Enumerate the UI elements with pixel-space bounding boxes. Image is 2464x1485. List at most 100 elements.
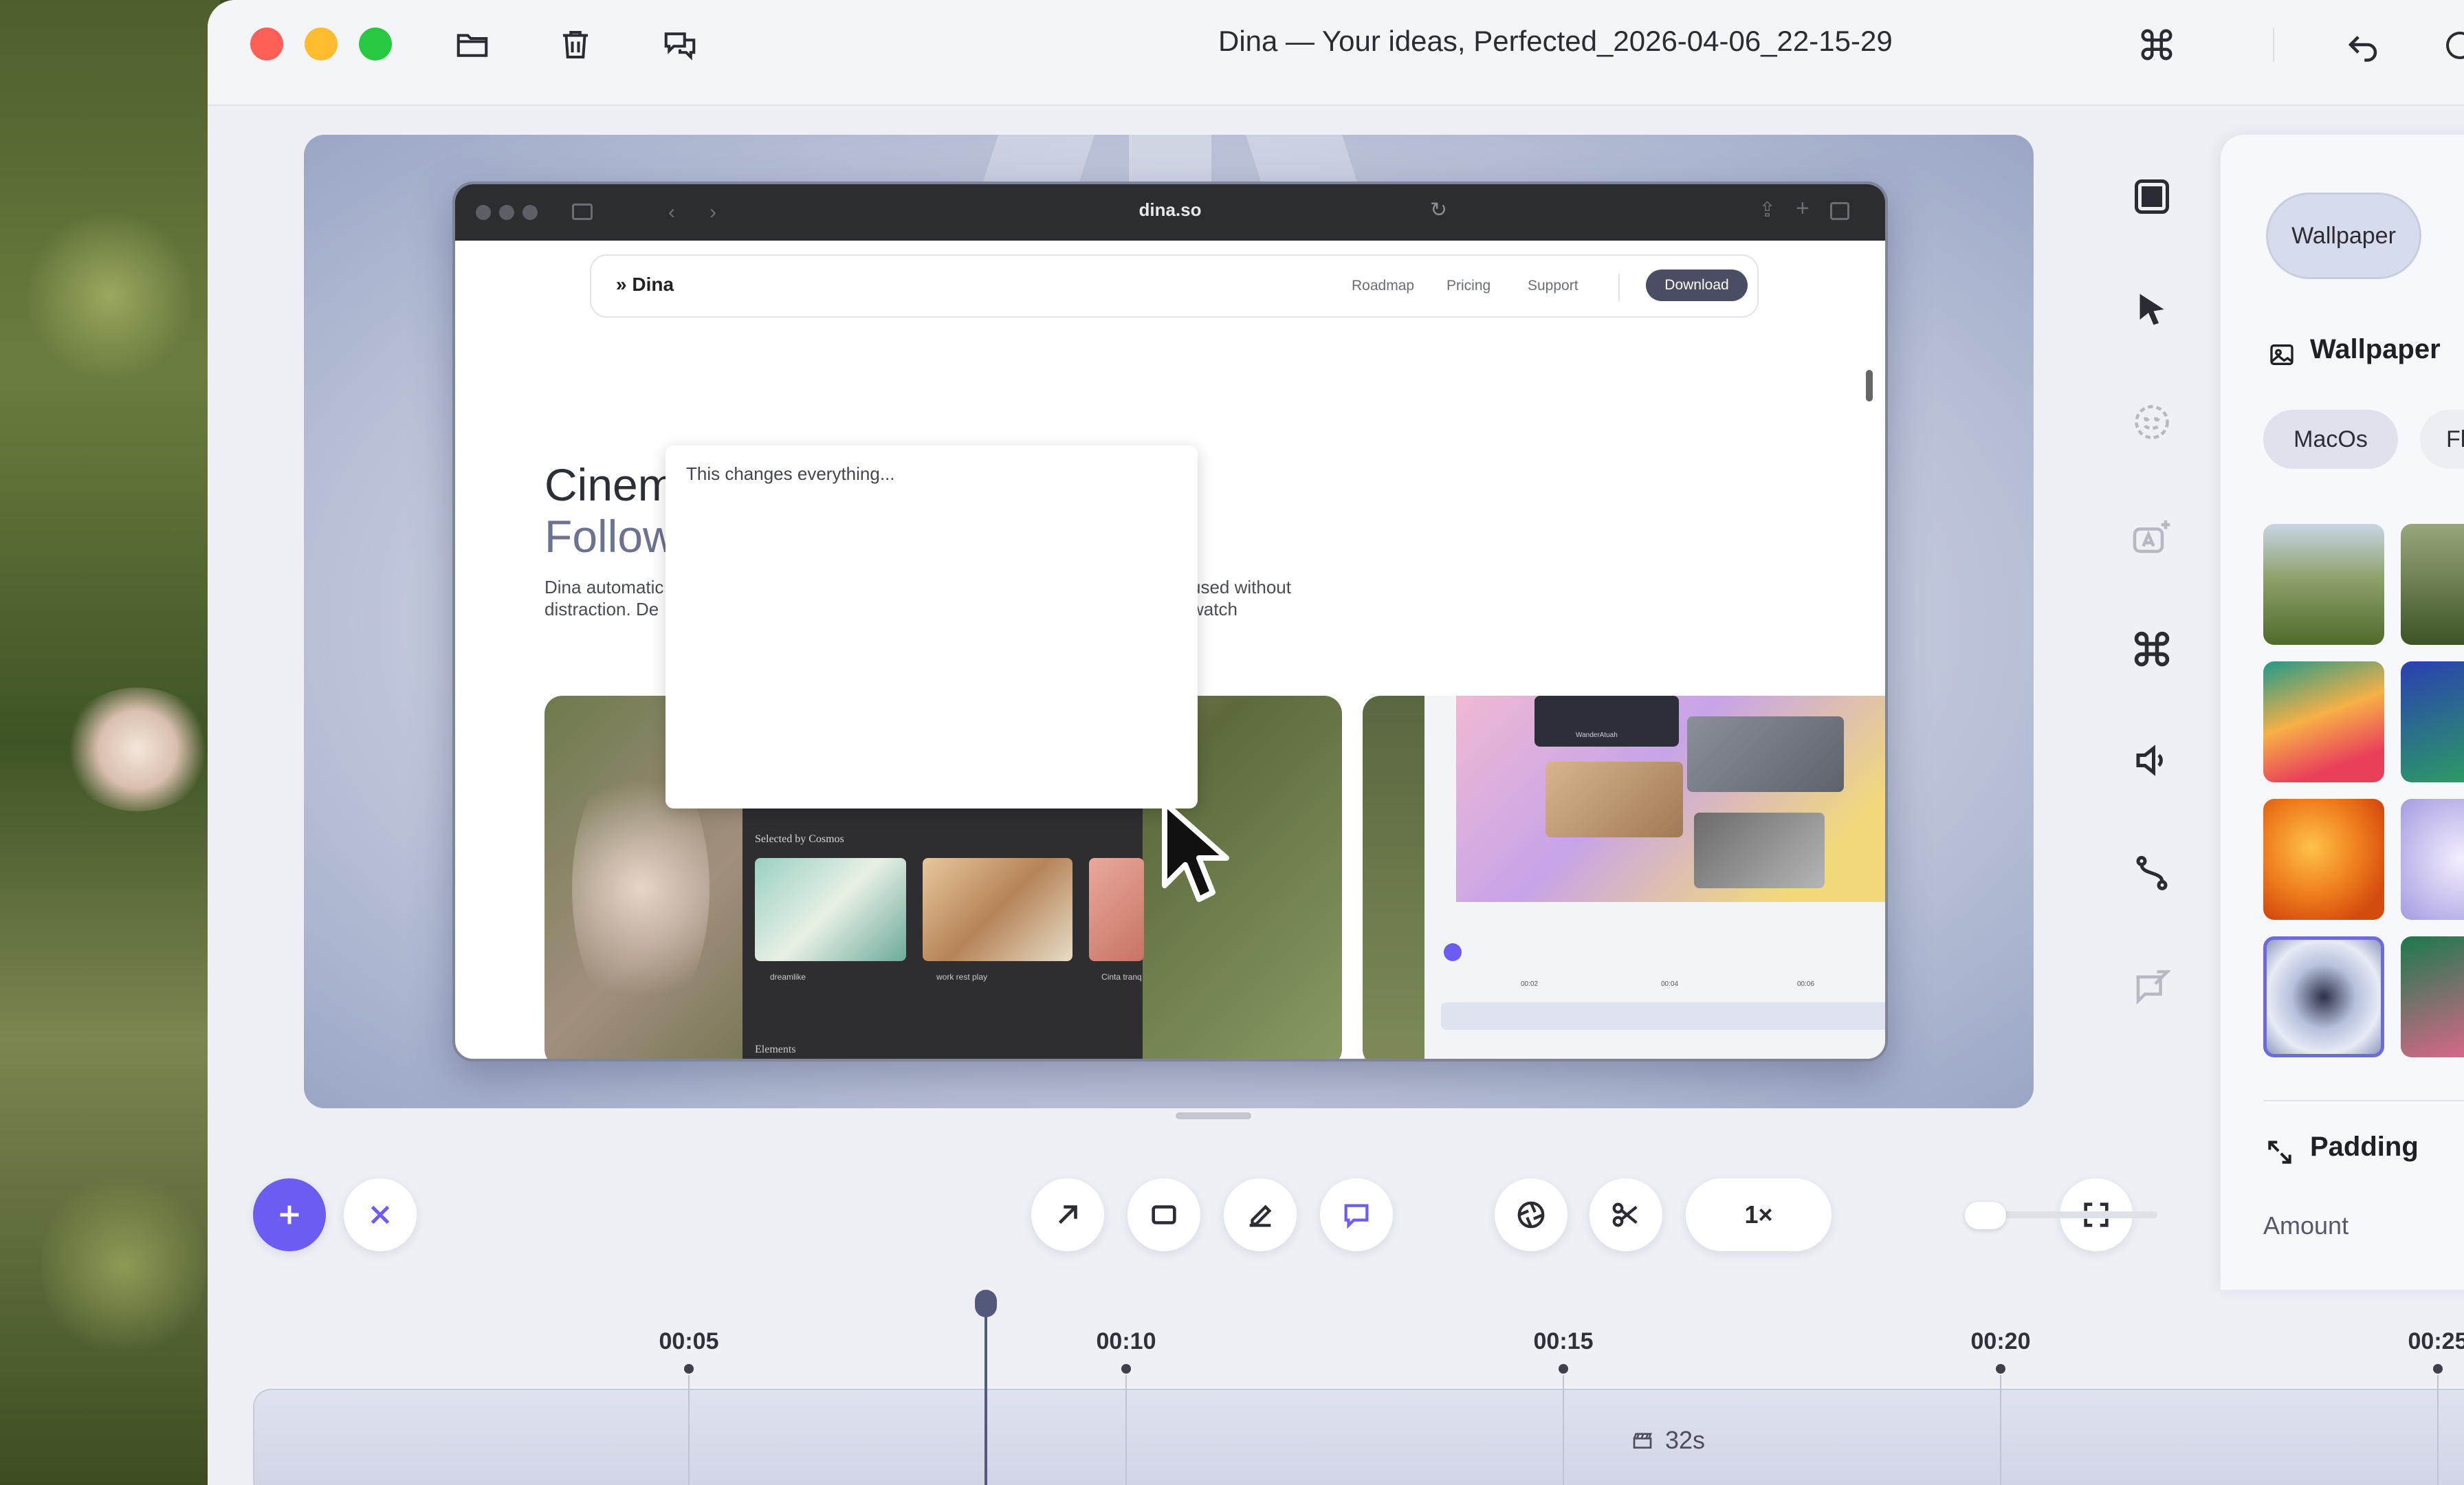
hero-desc-right-line1: used without <box>1191 577 1291 597</box>
minimize-window-button[interactable] <box>305 28 338 60</box>
panel-item-label: work rest play <box>936 972 988 982</box>
nav-pricing: Pricing <box>1446 278 1491 294</box>
wallpaper-thumb-selected[interactable] <box>2263 936 2384 1057</box>
canvas-resize-handle[interactable] <box>1176 1112 1251 1119</box>
hero-heading-line2: Follow <box>544 511 676 562</box>
timeline-tick-label: 00:15 <box>1533 1328 1594 1354</box>
padding-amount-label: Amount <box>2263 1211 2349 1240</box>
chip-fl[interactable]: Fl <box>2420 410 2464 469</box>
card-edge-foliage <box>1363 696 1424 1059</box>
add-button[interactable] <box>253 1178 326 1251</box>
wallpaper-thumb[interactable] <box>2401 661 2464 782</box>
path-icon[interactable] <box>2127 848 2177 898</box>
browser-url: dina.so <box>1138 199 1202 220</box>
comment-note-text[interactable]: This changes everything... <box>686 463 895 485</box>
trash-icon[interactable] <box>551 21 600 69</box>
scissors-button[interactable] <box>1590 1178 1662 1251</box>
site-brand: » Dina <box>616 274 674 295</box>
clip-duration-label: 32s <box>1665 1426 1706 1454</box>
panel-item-label: Cinta tranq <box>1101 972 1142 982</box>
site-brand-label: Dina <box>632 274 674 295</box>
aperture-button[interactable] <box>1495 1178 1568 1251</box>
tab-wallpaper[interactable]: Wallpaper <box>2266 192 2421 279</box>
chat-bubbles-icon[interactable] <box>656 21 704 69</box>
app-screenshot-panel: Selected by Cosmos dreamlike work rest p… <box>742 796 1144 1059</box>
timeline-tick-label: 00:05 <box>659 1328 719 1354</box>
reload-icon: ↻ <box>1430 199 1448 221</box>
timeline-tick-label: 00:20 <box>1970 1328 2031 1354</box>
undo-icon[interactable] <box>2339 21 2387 69</box>
recorded-browser-window: ‹ › dina.so ↻ ⇪ + » Dina Roadmap Pricing… <box>452 182 1888 1062</box>
page-scrollbar <box>1866 370 1873 402</box>
cancel-button[interactable] <box>344 1178 417 1251</box>
new-tab-icon: + <box>1796 195 1810 221</box>
mini-timeline-track <box>1441 1002 1885 1030</box>
redo-icon[interactable] <box>2446 32 2464 59</box>
hero-desc-right-line2: watch <box>1191 599 1238 619</box>
folder-icon[interactable] <box>448 21 496 69</box>
hero-description-right: used without watch <box>1191 576 1291 620</box>
maximize-window-button[interactable] <box>359 28 392 60</box>
timeline-track[interactable] <box>253 1389 2464 1485</box>
image-icon <box>2265 341 2299 368</box>
cursor-icon[interactable] <box>2127 285 2177 334</box>
command-icon[interactable] <box>2127 624 2177 674</box>
wallpaper-thumb[interactable] <box>2401 799 2464 920</box>
wallpaper-thumb[interactable] <box>2401 524 2464 645</box>
zoom-slider-knob[interactable] <box>1965 1202 2006 1229</box>
comment-icon[interactable] <box>2127 962 2177 1012</box>
chip-macos[interactable]: MacOs <box>2263 410 2398 469</box>
feature-card-editor: WanderAtuah 00:02 00:04 00:06 <box>1363 696 1885 1059</box>
timeline-tick-label: 00:10 <box>1096 1328 1156 1354</box>
panel-caption: Selected by Cosmos <box>755 833 844 845</box>
preview-canvas[interactable]: ‹ › dina.so ↻ ⇪ + » Dina Roadmap Pricing… <box>304 135 2034 1108</box>
desktop-foliage <box>41 1169 206 1361</box>
video-title: WanderAtuah <box>1576 732 1618 739</box>
section-title-wallpaper: Wallpaper <box>2310 334 2441 364</box>
timeline-tick-marker <box>1559 1364 1568 1374</box>
face-icon[interactable] <box>2127 397 2177 447</box>
hand-photo <box>1089 858 1144 961</box>
arrow-tool-button[interactable] <box>1031 1178 1104 1251</box>
clapperboard-icon <box>1629 1429 1656 1451</box>
timeline-tick-line <box>2437 1375 2439 1485</box>
tabs-icon <box>1830 202 1849 220</box>
timeline-tick-line <box>1125 1375 1127 1485</box>
back-icon: ‹ <box>668 201 675 223</box>
panel-divider <box>2263 1100 2464 1101</box>
inspector-panel: Wallpaper Wallpaper MacOs Fl Padding Amo… <box>2221 135 2464 1290</box>
playhead-line[interactable] <box>984 1292 987 1485</box>
office-photo <box>923 858 1072 961</box>
tunnel-photo <box>755 858 906 961</box>
nav-roadmap: Roadmap <box>1352 278 1415 294</box>
close-window-button[interactable] <box>250 28 283 60</box>
desktop-flowers <box>62 688 213 811</box>
text-sparkle-icon[interactable] <box>2127 513 2177 562</box>
wallpaper-thumb-hills[interactable] <box>2263 524 2384 645</box>
comment-note[interactable]: This changes everything... <box>666 446 1198 808</box>
titlebar-divider <box>2273 28 2274 62</box>
rectangle-tool-button[interactable] <box>1128 1178 1200 1251</box>
background-frame-icon[interactable] <box>2127 172 2177 221</box>
site-nav: » Dina Roadmap Pricing Support Download <box>590 254 1759 318</box>
comment-tool-button[interactable] <box>1320 1178 1393 1251</box>
wallpaper-thumb-sonoma[interactable] <box>2263 661 2384 782</box>
pen-tool-button[interactable] <box>1224 1178 1297 1251</box>
window-title: Dina — Your ideas, Perfected_2026-04-06_… <box>1218 25 1893 57</box>
timeline-tick-marker <box>2433 1364 2443 1374</box>
playback-speed-button[interactable]: 1× <box>1686 1178 1832 1251</box>
browser-dot <box>499 205 514 220</box>
wallpaper-thumb[interactable] <box>2401 936 2464 1057</box>
command-icon[interactable] <box>2133 21 2181 69</box>
share-icon: ⇪ <box>1759 199 1776 221</box>
timeline-tick-marker <box>1996 1364 2005 1374</box>
wallpaper-thumb-ventura[interactable] <box>2263 799 2384 920</box>
section-title-padding: Padding <box>2310 1132 2419 1162</box>
site-download-button: Download <box>1646 270 1748 301</box>
app-window: Dina — Your ideas, Perfected_2026-04-06_… <box>208 0 2464 1485</box>
cursor-icon <box>1162 800 1229 902</box>
clip-duration: 32s <box>1629 1426 1705 1455</box>
volume-icon[interactable] <box>2127 736 2177 785</box>
mini-timeline-mark: 00:04 <box>1661 980 1679 988</box>
playhead-handle[interactable] <box>975 1290 997 1317</box>
